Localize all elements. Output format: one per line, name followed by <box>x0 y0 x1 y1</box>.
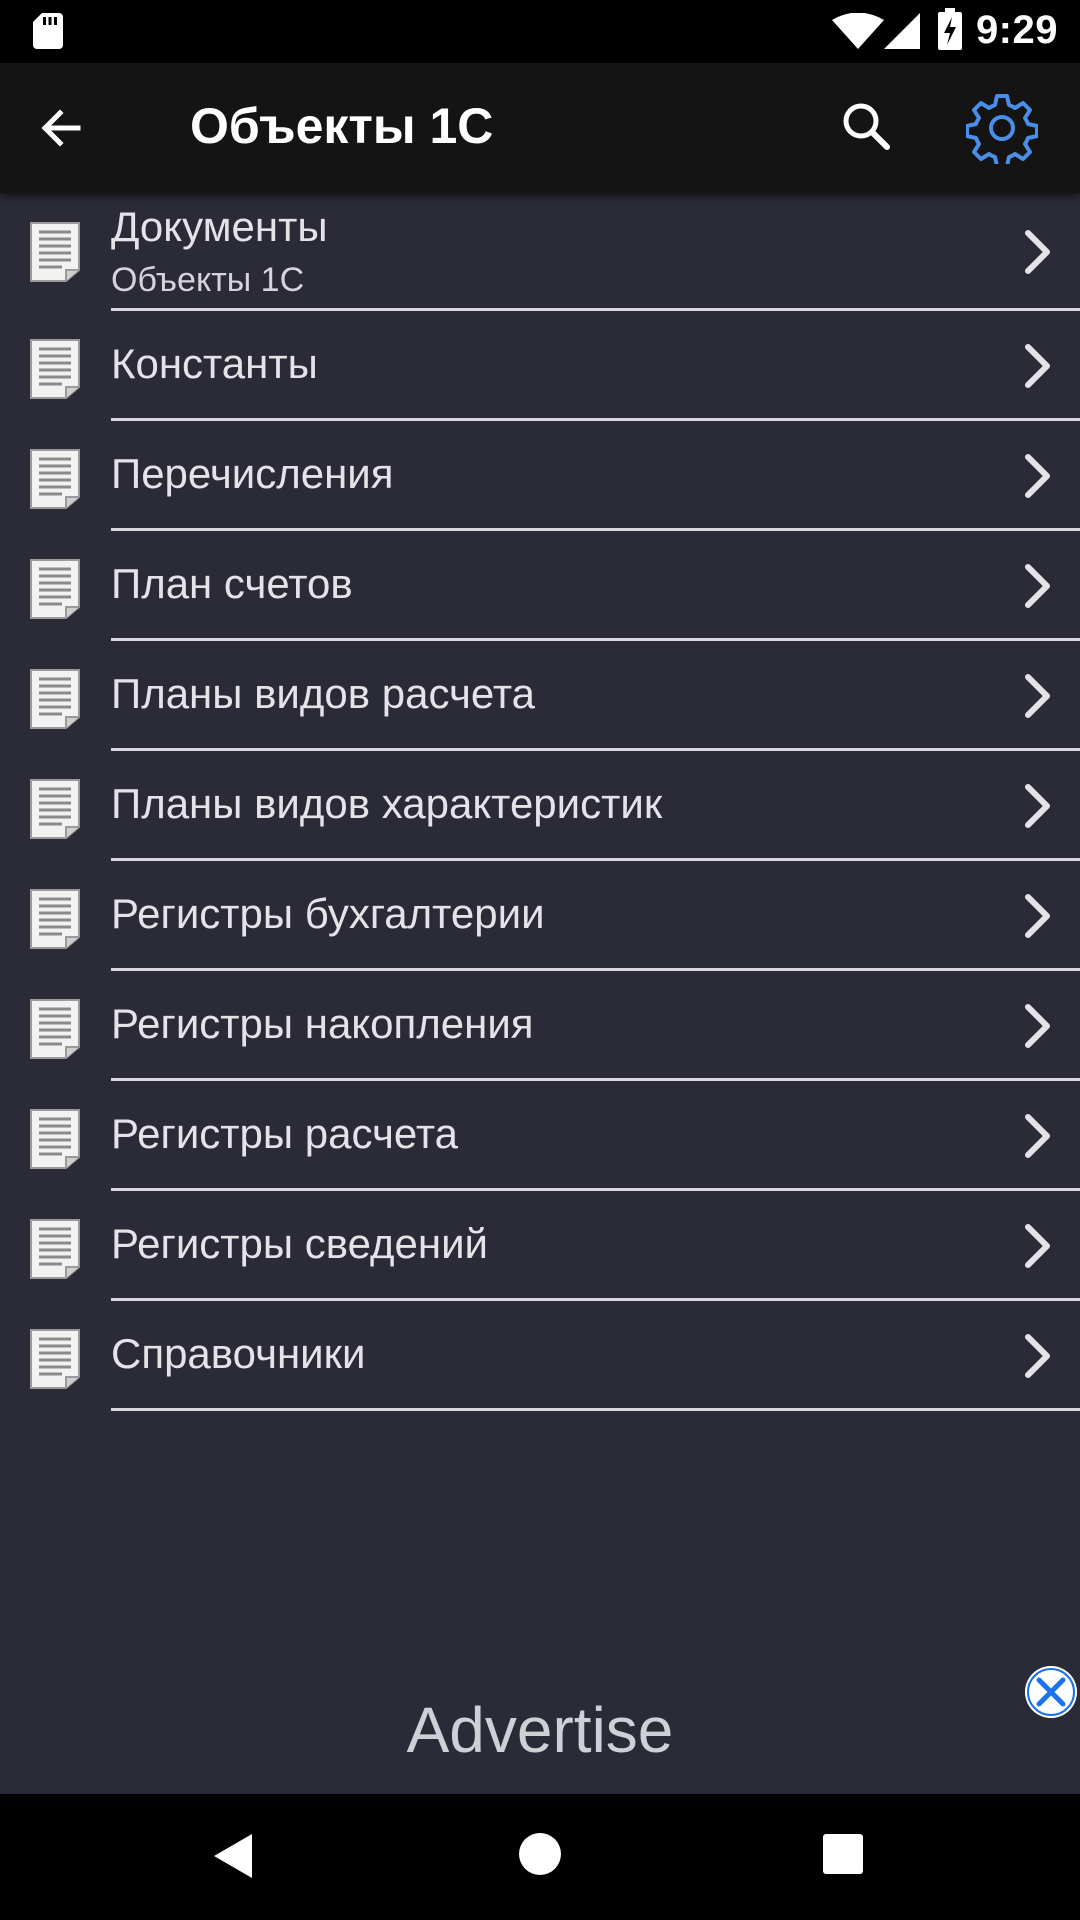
document-list-icon <box>28 448 82 510</box>
list-item-label: Справочники <box>111 1330 366 1377</box>
chevron-right-icon <box>1022 1332 1052 1380</box>
chevron-right-icon <box>1022 1222 1052 1270</box>
objects-list: Документы Объекты 1С Константы Перечисления… <box>0 193 1080 1411</box>
page-title: Объекты 1С <box>190 98 494 154</box>
list-item[interactable]: Планы видов характеристик <box>0 751 1080 861</box>
battery-charging-icon <box>938 8 962 50</box>
chevron-right-icon <box>1022 562 1052 610</box>
list-item-label: Регистры расчета <box>111 1110 458 1157</box>
search-icon[interactable] <box>836 96 900 160</box>
home-circle-icon[interactable] <box>518 1832 562 1876</box>
chevron-right-icon <box>1022 452 1052 500</box>
document-list-icon <box>28 221 82 283</box>
chevron-right-icon <box>1022 1002 1052 1050</box>
chevron-right-icon <box>1022 1112 1052 1160</box>
list-item[interactable]: Регистры накопления <box>0 971 1080 1081</box>
sd-card-icon <box>33 13 63 49</box>
list-item[interactable]: Планы видов расчета <box>0 641 1080 751</box>
list-item-label: Регистры накопления <box>111 1000 534 1047</box>
document-list-icon <box>28 668 82 730</box>
list-item-label: Константы <box>111 340 318 387</box>
document-list-icon <box>28 1328 82 1390</box>
cell-signal-icon <box>884 13 920 49</box>
chevron-right-icon <box>1022 228 1052 276</box>
list-item[interactable]: Документы Объекты 1С <box>0 193 1080 311</box>
list-item[interactable]: Справочники <box>0 1301 1080 1411</box>
wifi-icon <box>832 13 884 49</box>
list-item-sublabel: Объекты 1С <box>111 261 305 299</box>
gear-icon[interactable] <box>966 92 1038 164</box>
list-item-label: Документы <box>111 203 328 250</box>
document-list-icon <box>28 558 82 620</box>
list-item[interactable]: План счетов <box>0 531 1080 641</box>
document-list-icon <box>28 888 82 950</box>
app-bar: Объекты 1С <box>0 63 1080 193</box>
document-list-icon <box>28 998 82 1060</box>
list-item-label: Регистры сведений <box>111 1220 489 1267</box>
document-list-icon <box>28 1218 82 1280</box>
list-item[interactable]: Регистры расчета <box>0 1081 1080 1191</box>
list-item-label: План счетов <box>111 560 353 607</box>
list-item-label: Перечисления <box>111 450 394 497</box>
back-triangle-icon[interactable] <box>212 1832 256 1880</box>
list-item[interactable]: Регистры сведений <box>0 1191 1080 1301</box>
list-item-label: Регистры бухгалтерии <box>111 890 545 937</box>
chevron-right-icon <box>1022 342 1052 390</box>
list-item[interactable]: Регистры бухгалтерии <box>0 861 1080 971</box>
list-item-label: Планы видов расчета <box>111 670 535 717</box>
ad-banner-label[interactable]: Advertise <box>0 1693 1080 1767</box>
divider <box>111 1408 1080 1411</box>
arrow-back-icon[interactable] <box>30 96 94 160</box>
document-list-icon <box>28 338 82 400</box>
status-bar: 9:29 <box>0 0 1080 63</box>
list-item-label: Планы видов характеристик <box>111 780 663 827</box>
close-icon[interactable] <box>1025 1666 1077 1718</box>
document-list-icon <box>28 1108 82 1170</box>
list-item[interactable]: Константы <box>0 311 1080 421</box>
chevron-right-icon <box>1022 892 1052 940</box>
recents-square-icon[interactable] <box>823 1834 863 1874</box>
list-item[interactable]: Перечисления <box>0 421 1080 531</box>
status-time: 9:29 <box>975 8 1058 52</box>
chevron-right-icon <box>1022 782 1052 830</box>
chevron-right-icon <box>1022 672 1052 720</box>
system-nav-bar <box>0 1794 1080 1920</box>
document-list-icon <box>28 778 82 840</box>
